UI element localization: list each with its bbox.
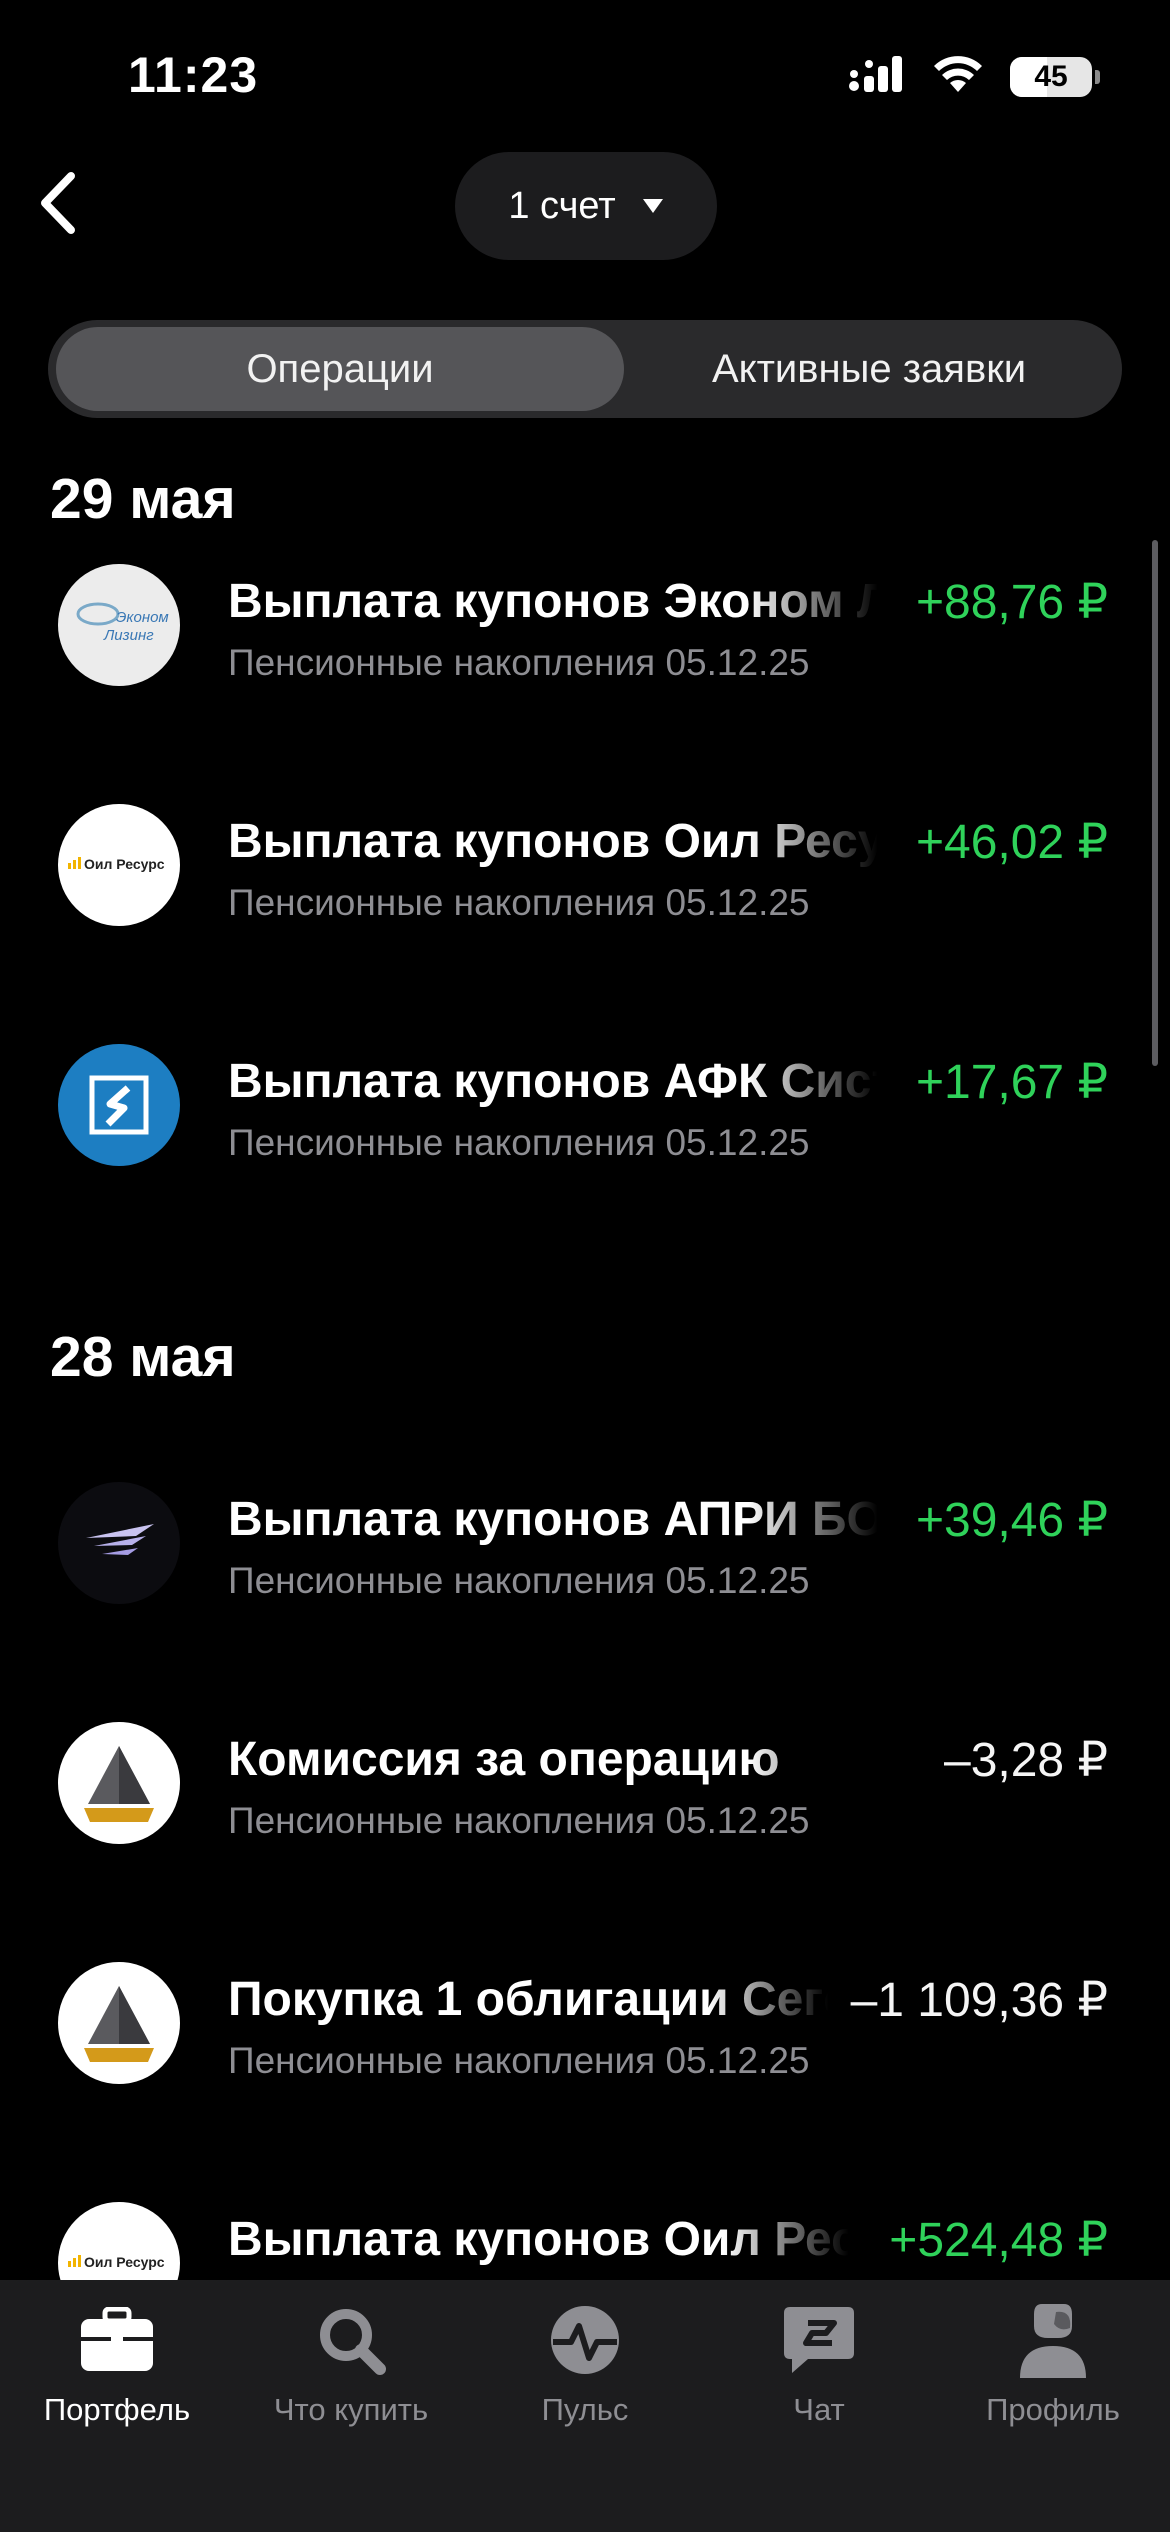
tab-label: Пульс — [541, 2392, 629, 2427]
wifi-icon — [932, 54, 984, 99]
date-header: 29 мая — [50, 467, 236, 531]
afk-sistema-logo — [58, 1044, 180, 1166]
broker-pyramid-logo — [58, 1962, 180, 2084]
chat-icon — [779, 2300, 859, 2380]
operation-amount: +524,48 ₽ — [889, 2214, 1108, 2267]
ekonom-leasing-logo: Эконом Лизинг — [58, 564, 180, 686]
operation-amount: +88,76 ₽ — [915, 576, 1108, 629]
operation-subtitle: Пенсионные накопления 05.12.25 — [228, 1122, 810, 1163]
operation-row[interactable]: Выплата купонов АПРИ БО Пенсионные накоп… — [0, 1482, 1170, 1662]
briefcase-icon — [77, 2300, 157, 2380]
tab-portfolio[interactable]: Портфель — [0, 2300, 234, 2428]
operation-subtitle: Пенсионные накопления 05.12.25 — [228, 2040, 810, 2081]
account-selector-label: 1 счет — [508, 184, 616, 227]
operation-subtitle: Пенсионные накопления 05.12.25 — [228, 1800, 810, 1841]
tab-label: Портфель — [43, 2392, 191, 2427]
tab-pulse[interactable]: Пульс — [468, 2300, 702, 2428]
tab-operations[interactable]: Операции — [56, 327, 624, 411]
operations-segmented-control: Операции Активные заявки — [48, 320, 1122, 418]
battery-icon: 45 — [1010, 56, 1100, 97]
tab-label: Профиль — [986, 2392, 1120, 2427]
operation-subtitle: Пенсионные накопления 05.12.25 — [228, 1560, 810, 1601]
battery-percentage: 45 — [1034, 59, 1068, 93]
operation-subtitle: Пенсионные накопления 05.12.25 — [228, 882, 810, 923]
oil-resource-logo: Оил Ресурс — [58, 804, 180, 926]
operation-row[interactable]: Покупка 1 облигации Сегежа Пенсионные на… — [0, 1962, 1170, 2142]
back-button[interactable] — [22, 168, 92, 238]
tab-active-orders[interactable]: Активные заявки — [624, 327, 1114, 411]
oil-resource-logo-text: Оил Ресурс — [84, 2254, 165, 2270]
account-selector[interactable]: 1 счет — [455, 152, 717, 260]
operation-amount: +39,46 ₽ — [915, 1494, 1108, 1547]
operation-title: Комиссия за операцию — [228, 1733, 780, 1786]
chevron-left-icon — [41, 172, 75, 234]
cellular-signal-icon — [848, 54, 906, 99]
status-bar: 11:23 45 — [0, 0, 1170, 150]
oil-resource-logo-text: Оил Ресурс — [84, 856, 165, 872]
operation-amount: –3,28 ₽ — [944, 1734, 1108, 1787]
operation-title: Выплата купонов Оил Ресурс — [228, 2213, 848, 2266]
scrollbar[interactable] — [1152, 540, 1158, 1066]
operation-row[interactable]: Эконом Лизинг Выплата купонов Эконом Лиз… — [0, 564, 1170, 744]
tab-label: Что купить — [273, 2392, 429, 2427]
search-icon — [311, 2300, 391, 2380]
operation-amount: +46,02 ₽ — [915, 816, 1108, 869]
operation-row[interactable]: Комиссия за операцию Пенсионные накоплен… — [0, 1722, 1170, 1902]
apri-logo — [58, 1482, 180, 1604]
pulse-icon — [545, 2300, 625, 2380]
operation-subtitle: Пенсионные накопления 05.12.25 — [228, 642, 810, 683]
tab-label: Чат — [793, 2392, 845, 2427]
tab-profile[interactable]: Профиль — [936, 2300, 1170, 2428]
operation-title: Выплата купонов АПРИ БО — [228, 1493, 878, 1546]
profile-icon — [1013, 2300, 1093, 2380]
operation-title: Выплата купонов Оил Ресурс — [228, 815, 878, 868]
status-icons: 45 — [848, 54, 1100, 99]
triangle-down-icon — [642, 199, 663, 213]
operation-row[interactable]: Оил Ресурс Выплата купонов Оил Ресурс Пе… — [0, 804, 1170, 984]
status-time: 11:23 — [128, 47, 259, 103]
tab-what-to-buy[interactable]: Что купить — [234, 2300, 468, 2428]
operation-row[interactable]: Выплата купонов АФК Система Пенсионные н… — [0, 1044, 1170, 1224]
date-header: 28 мая — [50, 1325, 236, 1389]
operation-amount: –1 109,36 ₽ — [850, 1974, 1108, 2027]
operation-amount: +17,67 ₽ — [915, 1056, 1108, 1109]
operation-title: Выплата купонов АФК Система — [228, 1055, 878, 1108]
operation-title: Выплата купонов Эконом Лизинг — [228, 575, 878, 628]
tab-chat[interactable]: Чат — [702, 2300, 936, 2428]
ekonom-logo-line2: Лизинг — [103, 627, 154, 644]
operation-title: Покупка 1 облигации Сегежа — [228, 1973, 828, 2026]
ekonom-logo-line1: Эконом — [116, 609, 169, 626]
broker-pyramid-logo — [58, 1722, 180, 1844]
bottom-tab-bar: Портфель Что купить Пульс Чат Профиль — [0, 2280, 1170, 2532]
